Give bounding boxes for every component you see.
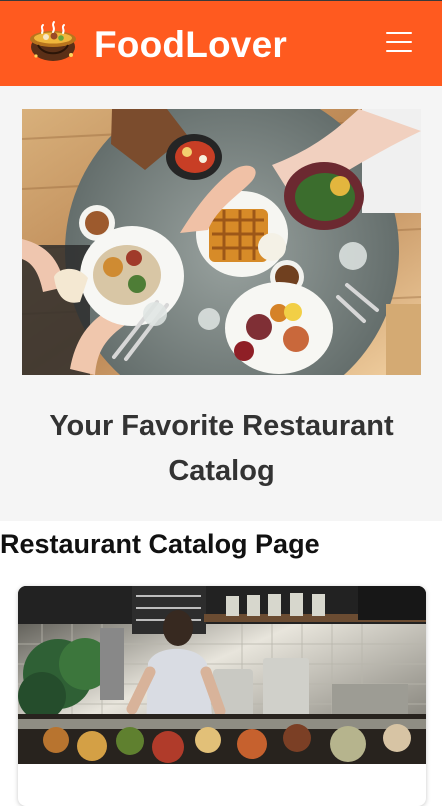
hero-food-table-image xyxy=(22,109,421,375)
menu-line-top xyxy=(386,32,412,34)
menu-line-middle xyxy=(386,41,412,43)
hero-section: Your Favorite Restaurant Catalog xyxy=(0,86,442,521)
restaurant-card[interactable] xyxy=(18,586,426,806)
app-header: FoodLover xyxy=(0,0,442,86)
menu-line-bottom xyxy=(386,50,412,52)
restaurant-card-image[interactable] xyxy=(18,586,426,764)
hero-title: Your Favorite Restaurant Catalog xyxy=(49,410,394,487)
catalog-page-title: Restaurant Catalog Page xyxy=(0,529,320,559)
food-pot-logo-icon xyxy=(26,17,80,67)
app-brand-title[interactable]: FoodLover xyxy=(94,23,287,67)
hamburger-menu-icon[interactable] xyxy=(386,29,412,55)
